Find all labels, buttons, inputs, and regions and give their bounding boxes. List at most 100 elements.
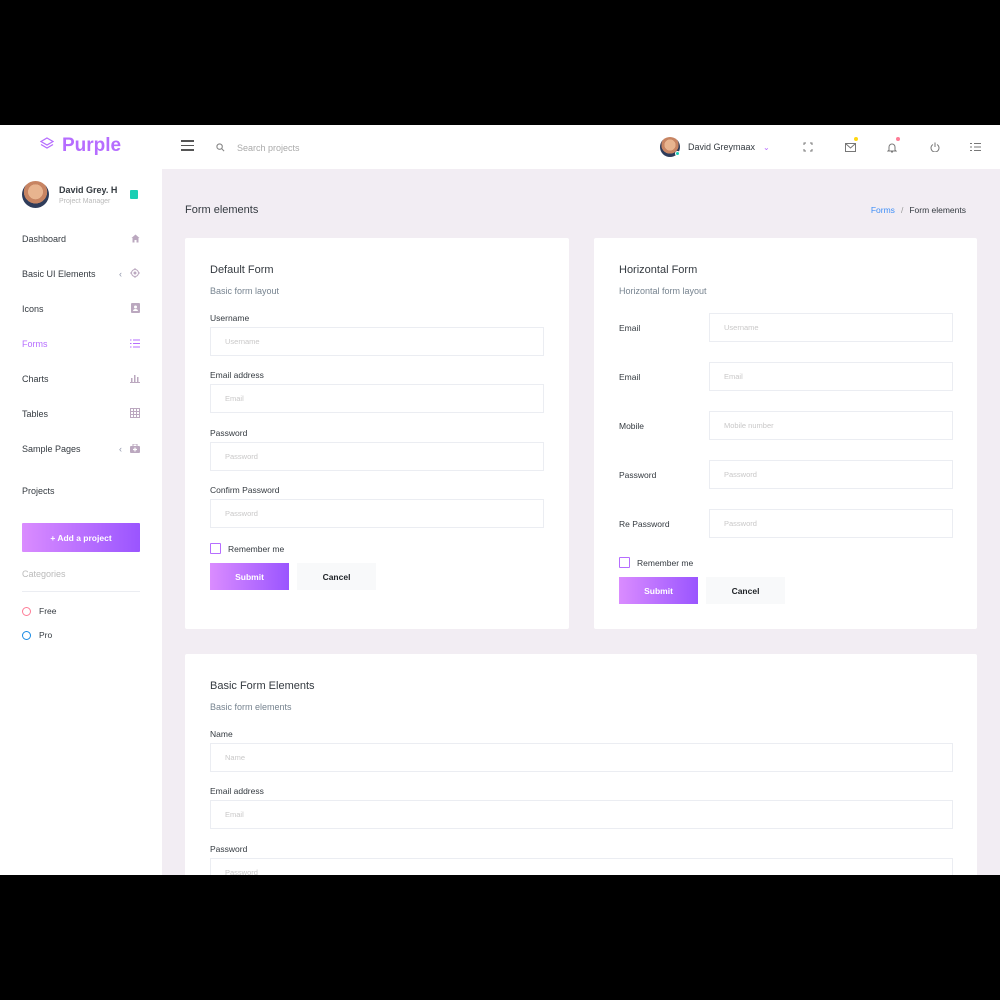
remember-me-label: Remember me [228,543,285,554]
sidebar-item-label: Forms [22,339,48,349]
layers-icon [39,136,55,156]
brand-name: Purple [62,135,122,156]
category-label: Free [39,606,57,616]
sidebar-item-label: Tables [22,409,49,419]
confirm-password-label: Confirm Password [210,485,280,495]
breadcrumb-current: Form elements [909,205,966,215]
format-list-icon [130,339,140,350]
sidebar-item-label: Icons [22,304,44,314]
email-label: Email [619,372,641,382]
card-title: Default Form [210,264,274,276]
card-description: Horizontal form layout [619,286,707,296]
online-status-dot [675,151,680,156]
category-label: Pro [39,630,53,640]
home-icon [131,234,140,245]
fullscreen-icon[interactable] [801,140,815,154]
contacts-icon [131,303,140,315]
sidebar-item-tables[interactable]: Tables [22,406,140,422]
divider [22,591,140,592]
email-input[interactable] [210,800,953,829]
chart-bar-icon [130,374,140,385]
projects-title: Projects [22,486,55,496]
menu-toggle-icon[interactable] [181,140,194,151]
bell-icon[interactable] [885,137,900,154]
sidebar-item-sample-pages[interactable]: Sample Pages ‹ [22,441,140,457]
confirm-password-input[interactable] [210,499,544,528]
username-input[interactable] [210,327,544,356]
chevron-left-icon: ‹ [119,269,122,279]
email-input[interactable] [709,362,953,391]
password-input[interactable] [210,858,953,875]
mobile-input[interactable] [709,411,953,440]
mobile-label: Mobile [619,421,645,431]
cancel-button[interactable]: Cancel [297,563,376,590]
submit-button[interactable]: Submit [210,563,289,590]
table-icon [130,408,140,420]
name-label: Name [210,729,233,739]
remember-me-checkbox[interactable] [619,557,630,568]
notification-dot [854,137,858,141]
sidebar: David Grey. H Project Manager Dashboard … [0,169,162,875]
username-label: Username [210,313,250,323]
re-password-input[interactable] [709,509,953,538]
add-project-button[interactable]: + Add a project [22,523,140,552]
categories-title: Categories [22,569,66,579]
user-name: David Greymaax [688,142,756,152]
category-pro[interactable]: Pro [22,630,52,640]
username-input[interactable] [709,313,953,342]
top-navbar: Purple David Greymaax ⌄ [0,125,1000,169]
password-input[interactable] [210,442,544,471]
category-free[interactable]: Free [22,606,56,616]
password-input[interactable] [709,460,953,489]
email-label: Email address [210,786,264,796]
re-password-label: Re Password [619,519,670,529]
remember-me-row[interactable]: Remember me [210,543,284,554]
sidebar-item-dashboard[interactable]: Dashboard [22,231,140,247]
sidebar-item-basic-ui[interactable]: Basic UI Elements ‹ [22,266,140,282]
card-title: Basic Form Elements [210,680,315,692]
card-title: Horizontal Form [619,264,698,276]
profile-name: David Grey. H [59,184,118,195]
sidebar-item-forms[interactable]: Forms [22,336,140,352]
breadcrumb-separator: / [900,205,904,215]
search-icon [216,139,225,157]
sidebar-profile[interactable]: David Grey. H Project Manager [22,181,117,208]
card-description: Basic form elements [210,702,292,712]
remember-me-label: Remember me [637,557,694,568]
breadcrumb-link-forms[interactable]: Forms [871,205,895,215]
crosshairs-icon [130,268,140,280]
profile-role: Project Manager [59,197,111,205]
password-label: Password [619,470,657,480]
mail-icon[interactable] [843,137,858,154]
horizontal-form-card: Horizontal Form Horizontal form layout E… [594,238,977,629]
chevron-left-icon: ‹ [119,444,122,454]
circle-icon [22,606,31,616]
notification-dot [896,137,900,141]
cancel-button[interactable]: Cancel [706,577,785,604]
bookmark-check-icon [130,190,138,199]
brand-logo[interactable]: Purple [39,135,122,157]
email-label: Email [619,323,641,333]
sidebar-item-label: Sample Pages [22,444,81,454]
submit-button[interactable]: Submit [619,577,698,604]
search-bar [216,139,387,157]
password-label: Password [210,844,248,854]
remember-me-checkbox[interactable] [210,543,221,554]
sidebar-item-icons[interactable]: Icons [22,301,140,317]
email-input[interactable] [210,384,544,413]
power-icon[interactable] [928,140,942,154]
breadcrumb: Forms / Form elements [871,205,966,215]
default-form-card: Default Form Basic form layout Username … [185,238,569,629]
app-window: Purple David Greymaax ⌄ [0,125,1000,875]
user-dropdown[interactable]: David Greymaax ⌄ [660,137,770,157]
circle-icon [22,630,31,640]
remember-me-row[interactable]: Remember me [619,557,693,568]
list-settings-icon[interactable] [968,140,982,154]
sidebar-item-charts[interactable]: Charts [22,371,140,387]
sidebar-item-label: Dashboard [22,234,67,244]
name-input[interactable] [210,743,953,772]
avatar [660,137,680,157]
password-label: Password [210,428,248,438]
search-input[interactable] [237,143,387,153]
card-description: Basic form layout [210,286,280,296]
